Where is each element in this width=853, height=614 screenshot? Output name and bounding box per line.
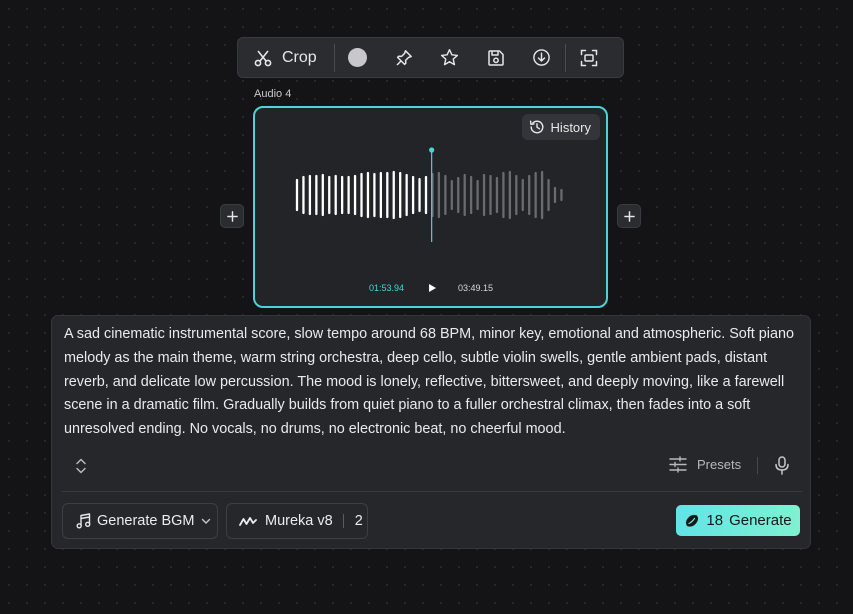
sliders-icon [669, 456, 687, 473]
focus-button[interactable] [566, 38, 612, 77]
model-selector[interactable]: Mureka v8 2 [226, 503, 368, 539]
presets-divider [757, 457, 758, 474]
presets-button[interactable]: Presets [669, 456, 741, 473]
expand-collapse-icon[interactable] [72, 457, 90, 475]
generate-bgm-dropdown[interactable]: Generate BGM [62, 503, 218, 539]
generate-cost: 18 [706, 512, 724, 529]
playhead-handle[interactable] [429, 147, 435, 153]
mureka-logo-icon [239, 517, 257, 526]
pin-icon [396, 49, 412, 66]
chevron-down-icon [201, 518, 210, 524]
music-note-icon [76, 513, 91, 529]
favorite-button[interactable] [427, 38, 473, 77]
focus-icon [580, 49, 597, 66]
audio-node-title: Audio 4 [254, 88, 292, 100]
audio-card[interactable]: History 01:53.94 03:49.15 [253, 106, 608, 308]
color-button[interactable] [335, 38, 381, 77]
current-time: 01:53.94 [369, 283, 405, 293]
generate-button[interactable]: 18 Generate [676, 505, 800, 536]
panel-divider [62, 491, 802, 492]
floating-toolbar: Crop [237, 37, 624, 78]
add-node-right-button[interactable] [617, 204, 641, 228]
crop-label: Crop [282, 48, 317, 66]
plus-icon [623, 210, 635, 222]
model-divider [342, 514, 344, 528]
model-label: Mureka v8 [265, 513, 333, 529]
download-icon [533, 49, 550, 66]
scissors-icon [254, 49, 272, 66]
mode-label: Generate BGM [97, 513, 195, 529]
play-icon[interactable] [426, 282, 438, 294]
pin-button[interactable] [381, 38, 427, 77]
save-icon [487, 49, 504, 66]
model-count: 2 [354, 513, 363, 529]
add-node-left-button[interactable] [220, 204, 244, 228]
duration-time: 03:49.15 [458, 283, 494, 293]
crop-button[interactable]: Crop [238, 38, 334, 77]
save-button[interactable] [473, 38, 519, 77]
prompt-panel: A sad cinematic instrumental score, slow… [51, 315, 811, 549]
color-swatch [348, 48, 368, 67]
plus-icon [226, 210, 238, 222]
download-button[interactable] [519, 38, 565, 77]
credit-bean-icon [686, 514, 699, 527]
star-icon [441, 48, 459, 66]
microphone-icon[interactable] [774, 456, 790, 475]
waveform[interactable] [255, 108, 606, 306]
prompt-textarea[interactable]: A sad cinematic instrumental score, slow… [64, 323, 800, 442]
generate-label: Generate [729, 512, 792, 529]
presets-label: Presets [697, 457, 742, 472]
